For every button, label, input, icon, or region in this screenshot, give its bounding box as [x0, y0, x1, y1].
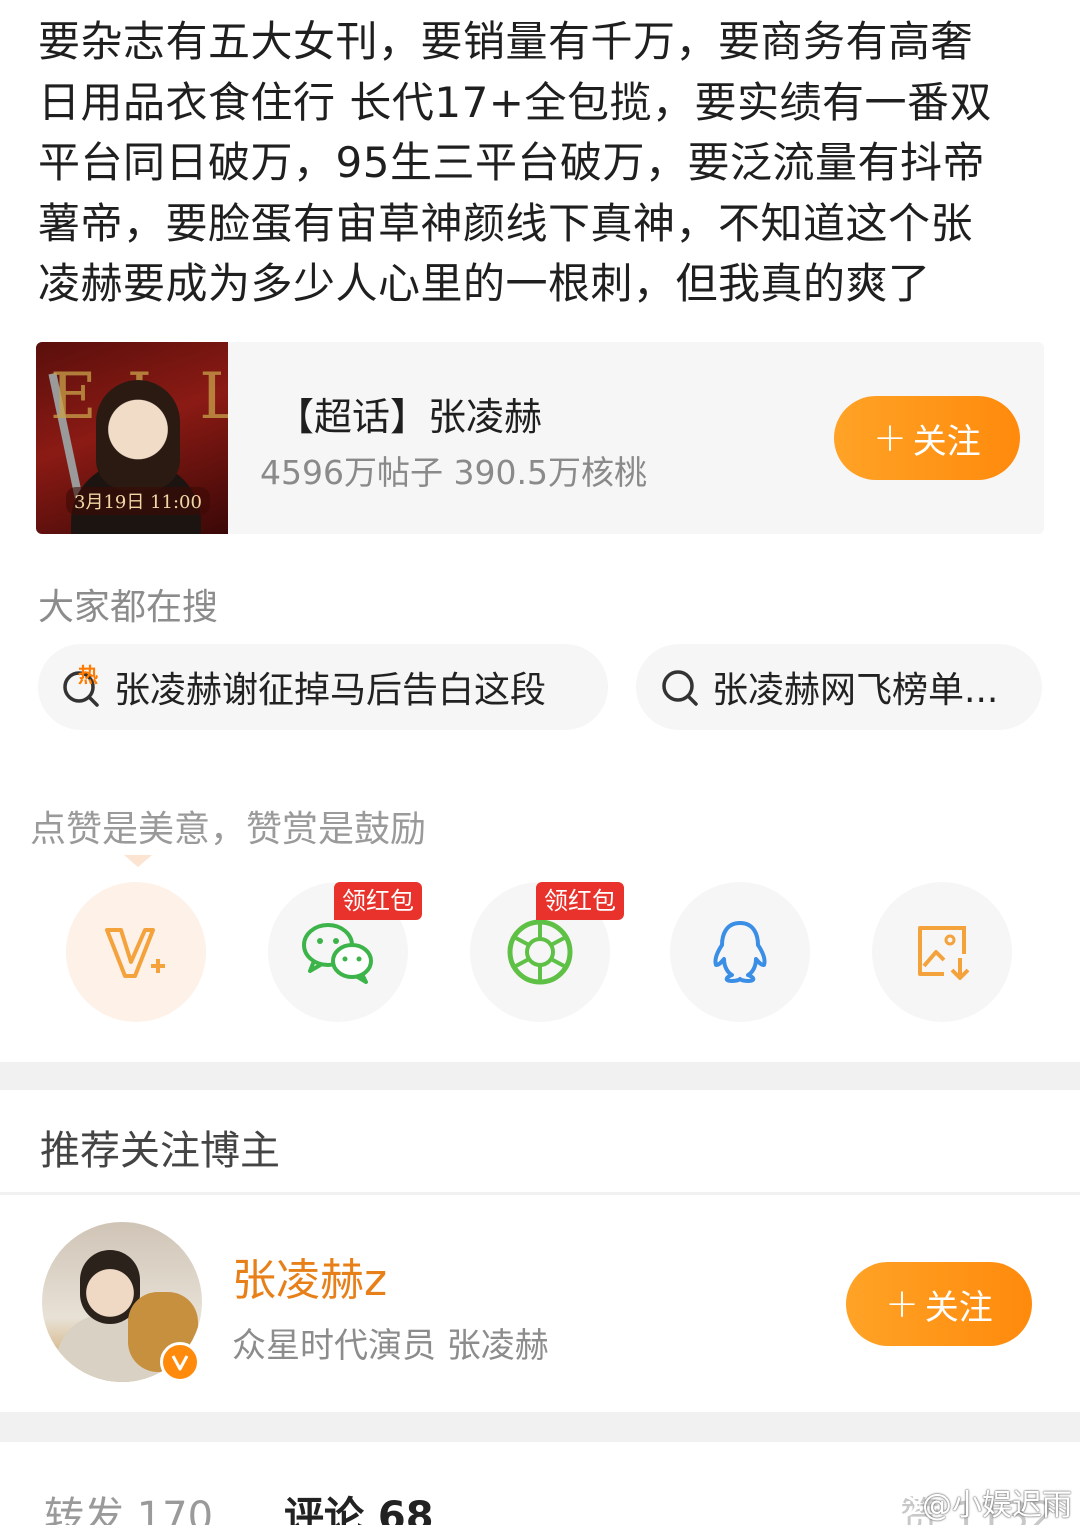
- red-packet-badge: 领红包: [334, 882, 422, 920]
- qq-icon: [713, 921, 767, 983]
- post-line: 日用品衣食住行 长代17+全包揽，要实绩有一番双: [38, 77, 992, 127]
- super-topic-card[interactable]: ELLE 3月19日 11:00 【超话】张凌赫 4596万帖子 390.5万核…: [36, 342, 1044, 534]
- user-description: 众星时代演员 张凌赫: [232, 1326, 549, 1366]
- red-packet-badge: 领红包: [536, 882, 624, 920]
- topic-stats: 4596万帖子 390.5万核桃: [260, 453, 647, 492]
- weibo-logo-icon: [882, 1488, 922, 1518]
- follow-label: 关注: [912, 421, 981, 462]
- thumb-date: 3月19日 11:00: [66, 487, 210, 515]
- section-divider: [0, 1062, 1080, 1090]
- save-image-icon: [918, 926, 970, 980]
- divider: [0, 1192, 1080, 1195]
- vip-reward-icon: [105, 928, 165, 978]
- tab-repost[interactable]: 转发 170: [44, 1484, 213, 1525]
- user-follow-button[interactable]: + 关注: [846, 1262, 1032, 1346]
- moments-icon: [507, 919, 573, 985]
- post-line: 平台同日破万，95生三平台破万，要泛流量有抖帝: [38, 138, 985, 187]
- hot-search-icon: 热: [60, 663, 104, 709]
- watermark-text: @小娱迟雨: [922, 1488, 1072, 1523]
- tab-comment[interactable]: 评论 68: [284, 1484, 434, 1525]
- plus-icon: +: [885, 1281, 919, 1327]
- hot-search-item[interactable]: 热 张凌赫谢征掉马后告白这段: [38, 644, 608, 730]
- wechat-icon: [302, 923, 373, 984]
- post-line: 凌赫要成为多少人心里的一根刺，但我真的爽了: [38, 259, 931, 308]
- recommend-title: 推荐关注博主: [40, 1128, 280, 1174]
- tooltip-caret: [124, 855, 152, 867]
- user-name[interactable]: 张凌赫z: [232, 1244, 387, 1308]
- share-qq-button[interactable]: [670, 882, 810, 1022]
- topic-title: 【超话】张凌赫: [276, 395, 543, 439]
- search-icon: [658, 665, 702, 709]
- watermark: @小娱迟雨: [882, 1480, 1072, 1524]
- topic-follow-button[interactable]: + 关注: [834, 396, 1020, 480]
- post-line: 薯帝，要脸蛋有宙草神颜线下真神，不知道这个张: [38, 198, 974, 248]
- verified-badge-icon: [160, 1342, 200, 1382]
- reward-button[interactable]: [66, 882, 206, 1022]
- topic-thumbnail: ELLE 3月19日 11:00: [36, 342, 228, 534]
- search-item-text: 张凌赫网飞榜单...: [712, 670, 999, 711]
- search-item[interactable]: 张凌赫网飞榜单...: [636, 644, 1042, 730]
- reward-hint: 点赞是美意，赞赏是鼓励: [30, 809, 427, 850]
- hot-badge: 热: [78, 663, 98, 687]
- search-item-text: 张凌赫谢征掉马后告白这段: [114, 670, 547, 711]
- save-image-button[interactable]: [872, 882, 1012, 1022]
- post-line: 要杂志有五大女刊，要销量有千万，要商务有高奢: [38, 17, 974, 66]
- section-divider: [0, 1412, 1080, 1442]
- follow-label: 关注: [924, 1287, 993, 1328]
- post-text: 要杂志有五大女刊，要销量有千万，要商务有高奢 日用品衣食住行 长代17+全包揽，…: [38, 12, 1048, 315]
- plus-icon: +: [873, 415, 907, 461]
- search-section-label: 大家都在搜: [38, 587, 219, 628]
